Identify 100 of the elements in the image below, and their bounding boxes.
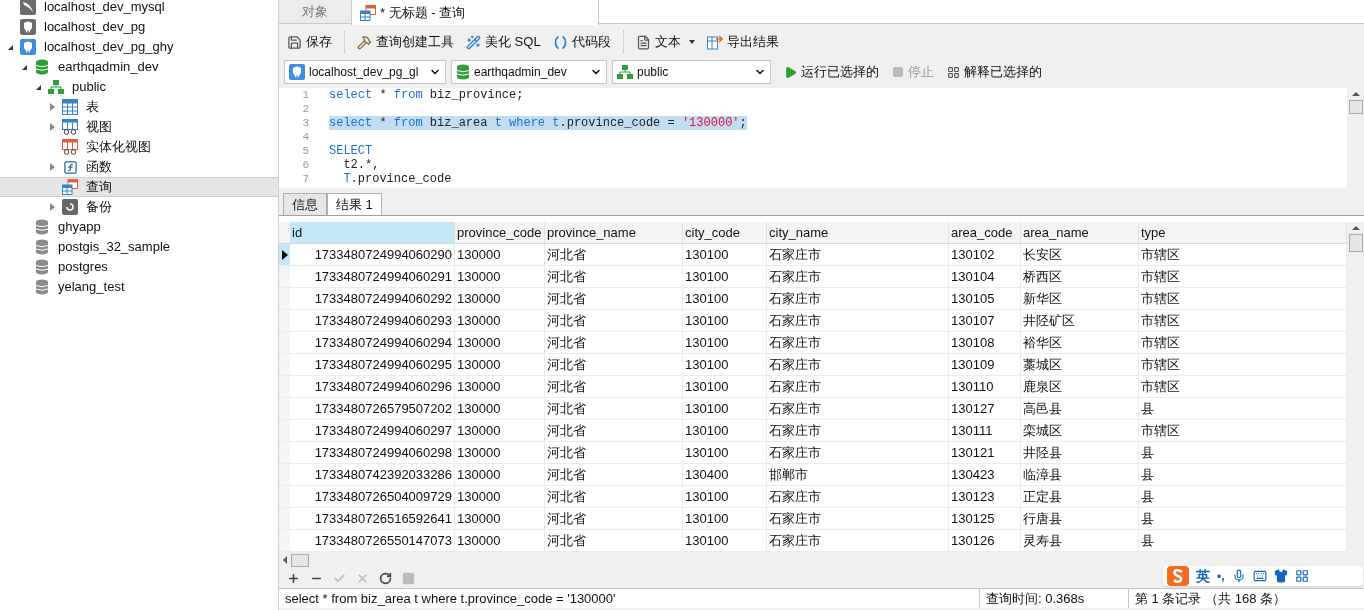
row-marker[interactable] — [279, 332, 290, 353]
row-marker[interactable] — [279, 244, 290, 265]
table-cell: 临漳县 — [1021, 464, 1139, 485]
row-marker[interactable] — [279, 420, 290, 441]
row-marker[interactable] — [279, 442, 290, 463]
table-cell: 130100 — [683, 266, 767, 287]
tree-item[interactable]: earthqadmin_dev — [0, 57, 278, 77]
tab[interactable]: * 无标题 - 查询 — [351, 0, 599, 25]
expand-icon[interactable] — [49, 103, 55, 111]
table-cell: 130100 — [683, 332, 767, 353]
toolbar-button[interactable]: 查询创建工具 — [357, 32, 454, 52]
tree-label: earthqadmin_dev — [58, 58, 159, 77]
column-header[interactable]: province_code — [455, 222, 545, 243]
microphone-icon[interactable] — [1231, 569, 1246, 583]
toolbar-button[interactable]: 文本 — [635, 32, 695, 52]
sql-editor[interactable]: 1 select * from biz_province; 2 3 select * from biz_area t where t.province_code = '130000'; 4 5 SELECT 6 t2.*, 7 T.province_code — [279, 88, 1364, 188]
table-cell: 河北省 — [545, 354, 683, 375]
expand-icon[interactable] — [49, 203, 55, 211]
row-marker[interactable] — [279, 464, 290, 485]
table-cell: 鹿泉区 — [1021, 376, 1139, 397]
scroll-up-icon[interactable] — [1351, 92, 1360, 96]
table-cell: 石家庄市 — [767, 266, 949, 287]
apps-icon[interactable] — [1294, 569, 1309, 583]
table-cell: 井陉县 — [1021, 442, 1139, 463]
column-header[interactable]: area_name — [1021, 222, 1139, 243]
function-icon — [62, 159, 78, 175]
column-header[interactable]: area_code — [949, 222, 1021, 243]
table-cell: 正定县 — [1021, 486, 1139, 507]
row-marker[interactable] — [279, 530, 290, 551]
tree-item[interactable]: postgis_32_sample — [0, 237, 278, 257]
refresh-icon[interactable] — [379, 571, 392, 585]
explain-icon — [947, 65, 960, 79]
status-sql: select * from biz_area t where t.province_code = '130000' — [284, 589, 617, 608]
scroll-thumb[interactable] — [291, 553, 309, 567]
tree-item[interactable]: 函数 — [0, 157, 278, 177]
scroll-thumb[interactable] — [1348, 100, 1363, 114]
scroll-left-icon[interactable] — [283, 556, 287, 564]
table-cell: 130000 — [455, 288, 545, 309]
collapse-icon[interactable] — [7, 44, 13, 50]
tree-item[interactable]: 表 — [0, 97, 278, 117]
punctuation-indicator[interactable]: •, — [1217, 567, 1225, 585]
toolbar-button[interactable]: 导出结果 — [706, 32, 779, 52]
column-header[interactable]: id — [290, 222, 455, 243]
code-line: T.province_code — [342, 172, 452, 186]
table-cell: 河北省 — [545, 530, 683, 551]
row-marker[interactable] — [279, 486, 290, 507]
tree-item[interactable]: 实体化视图 — [0, 137, 278, 157]
line-number: 5 — [301, 144, 310, 158]
action-button[interactable]: 运行已选择的 — [784, 62, 879, 82]
toolbar-button[interactable]: 代码段 — [552, 32, 611, 52]
row-marker[interactable] — [279, 376, 290, 397]
table-cell: 130100 — [683, 398, 767, 419]
tree-item[interactable]: 备份 — [0, 197, 278, 217]
line-number: 1 — [301, 88, 310, 102]
database-dropdown[interactable]: earthqadmin_dev — [451, 60, 607, 84]
result-tab[interactable]: 结果 1 — [327, 193, 382, 215]
toolbar-button[interactable]: 美化 SQL — [466, 32, 541, 52]
tree-item[interactable]: localhost_dev_mysql — [0, 0, 278, 17]
schema-dropdown[interactable]: public — [612, 60, 771, 84]
tree-item[interactable]: public — [0, 77, 278, 97]
tree-item[interactable]: ghyapp — [0, 217, 278, 237]
row-marker[interactable] — [279, 266, 290, 287]
tree-item[interactable]: postgres — [0, 257, 278, 277]
save-icon — [287, 34, 302, 50]
row-marker[interactable] — [279, 398, 290, 419]
tree-label: 表 — [86, 98, 99, 117]
scroll-thumb[interactable] — [1348, 234, 1363, 252]
row-marker[interactable] — [279, 310, 290, 331]
scroll-up-icon[interactable] — [1351, 226, 1360, 230]
tree-item[interactable]: localhost_dev_pg — [0, 17, 278, 37]
vertical-scrollbar[interactable] — [1347, 222, 1364, 552]
collapse-icon[interactable] — [21, 64, 27, 70]
tree-item[interactable]: 视图 — [0, 117, 278, 137]
connection-dropdown[interactable]: localhost_dev_pg_gl — [284, 60, 446, 84]
tab[interactable]: 对象 — [279, 0, 351, 23]
table-cell: 石家庄市 — [767, 398, 949, 419]
column-header[interactable]: city_code — [683, 222, 767, 243]
row-marker[interactable] — [279, 354, 290, 375]
shirt-icon[interactable] — [1273, 569, 1288, 583]
action-button[interactable]: 解释已选择的 — [947, 62, 1042, 82]
row-marker[interactable] — [279, 288, 290, 309]
language-indicator[interactable]: 英 — [1196, 565, 1210, 587]
tree-item[interactable]: localhost_dev_pg_ghy — [0, 37, 278, 57]
query-icon — [360, 4, 376, 21]
tree-item[interactable]: 查询 — [0, 177, 278, 197]
toolbar-button[interactable]: 保存 — [287, 32, 332, 52]
expand-icon[interactable] — [49, 163, 55, 171]
tree-item[interactable]: yelang_test — [0, 277, 278, 297]
keyboard-icon[interactable] — [1252, 569, 1267, 583]
input-method-bar[interactable]: 英 •, — [1163, 566, 1363, 586]
column-header[interactable]: city_name — [767, 222, 949, 243]
table-cell: 1733480724994060292 — [290, 288, 455, 309]
add-icon[interactable] — [287, 571, 300, 585]
table-cell: 河北省 — [545, 244, 683, 265]
table-cell: 130000 — [455, 508, 545, 529]
result-tab[interactable]: 信息 — [283, 193, 327, 215]
column-header[interactable]: province_name — [545, 222, 683, 243]
collapse-icon[interactable] — [35, 84, 41, 90]
row-marker[interactable] — [279, 508, 290, 529]
expand-icon[interactable] — [49, 123, 55, 131]
